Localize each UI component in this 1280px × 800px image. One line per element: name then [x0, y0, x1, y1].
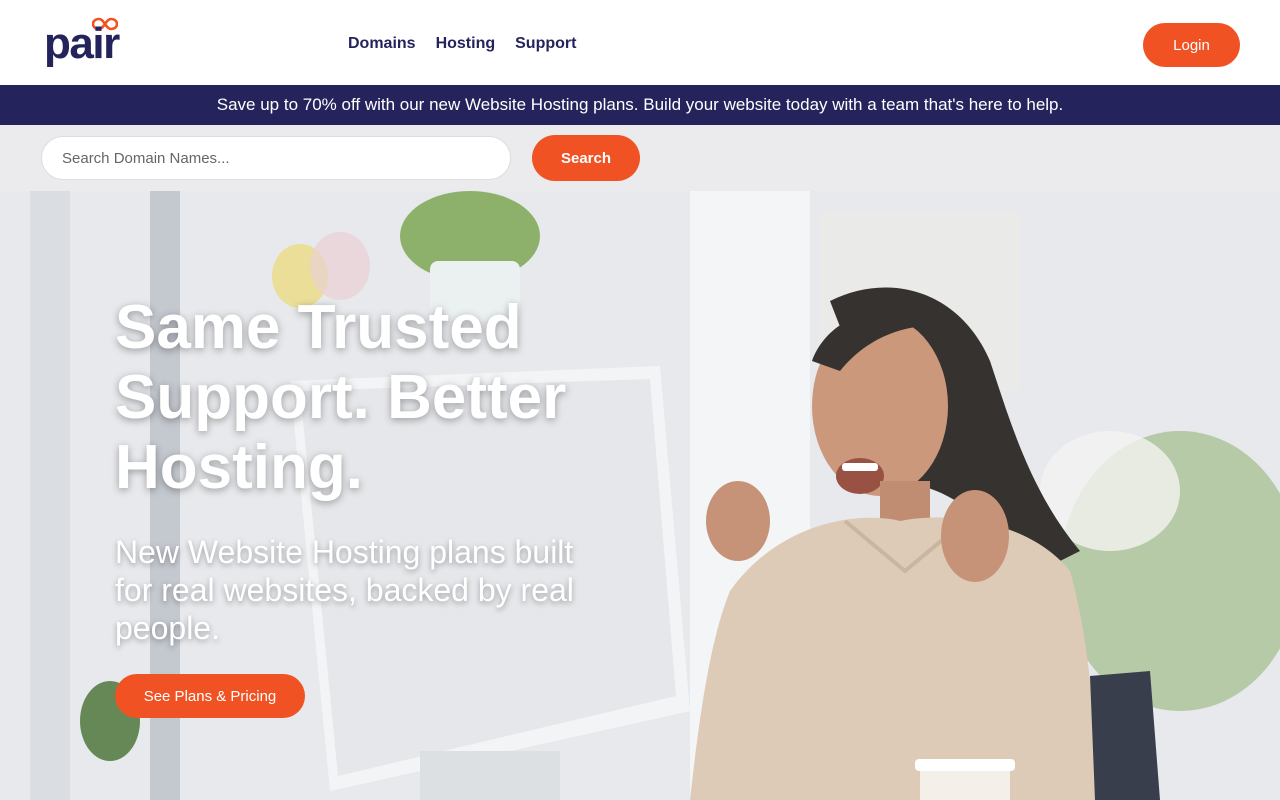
nav-hosting[interactable]: Hosting	[436, 34, 496, 54]
pair-logo[interactable]: pair	[44, 17, 120, 67]
promo-banner: Save up to 70% off with our new Website …	[0, 85, 1280, 125]
see-plans-pricing-button[interactable]: See Plans & Pricing	[115, 674, 305, 718]
hero-title: Same Trusted Support. Better Hosting.	[115, 293, 567, 502]
main-nav: Domains Hosting Support	[348, 34, 576, 54]
logo-text: pair	[44, 19, 120, 68]
hero-subtitle: New Website Hosting plans built for real…	[115, 534, 574, 646]
nav-support[interactable]: Support	[515, 34, 576, 54]
hero-section: Same Trusted Support. Better Hosting. Ne…	[0, 191, 1280, 800]
login-button[interactable]: Login	[1143, 23, 1240, 67]
nav-domains[interactable]: Domains	[348, 34, 416, 54]
promo-text: Save up to 70% off with our new Website …	[216, 95, 1064, 114]
domain-search-input[interactable]	[41, 136, 511, 180]
site-header: pair Domains Hosting Support Login	[0, 0, 1280, 85]
search-button[interactable]: Search	[532, 135, 640, 181]
domain-search-bar: Search	[0, 125, 1280, 191]
